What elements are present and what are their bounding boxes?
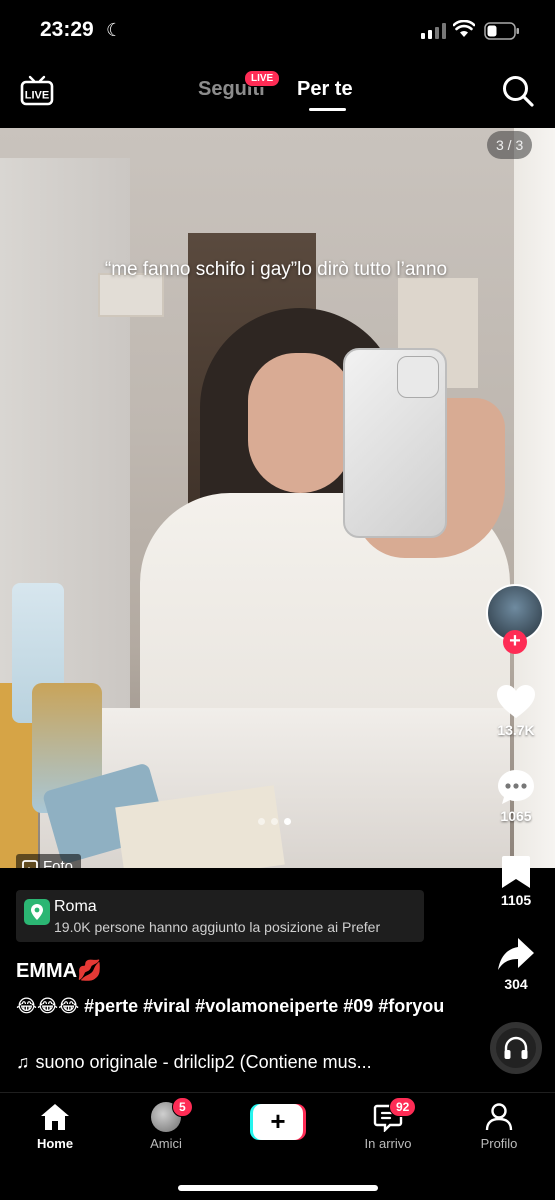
creator-username[interactable]: EMMA💋 [16,958,102,983]
headphones-icon [504,1036,528,1059]
plus-icon: + [253,1104,303,1140]
music-disc[interactable] [490,1022,542,1074]
status-time: 23:29 [40,18,94,41]
photo-icon [22,859,38,868]
inbox-badge: 92 [389,1097,417,1117]
nav-friends-label: Amici [150,1136,182,1151]
photo-caption: “me fanno schifo i gay”lo dirò tutto l’a… [104,259,448,280]
smartphone [343,348,447,538]
location-tag[interactable]: Roma 19.0K persone hanno aggiunto la pos… [16,890,424,942]
carousel-dot [258,818,265,825]
page-counter: 3 / 3 [487,131,533,159]
location-pin-icon [24,899,50,925]
moon-icon: ☾ [106,20,123,40]
location-info: 19.0K persone hanno aggiunto la posizion… [54,919,381,935]
creator-avatar[interactable]: + [486,584,546,656]
person-face [248,353,353,493]
nav-inbox-label: In arrivo [364,1136,412,1151]
like-count: 13.7K [497,722,535,738]
sound-title: suono originale - drilclip2 (Contiene mu… [35,1052,372,1072]
photo-label-text: Foto [43,858,74,868]
like-button[interactable]: 13.7K [488,684,544,738]
bookmark-icon [502,856,530,888]
share-button[interactable]: 304 [488,936,544,992]
signal-icon [421,23,446,39]
tab-for-you[interactable]: Per te [297,78,353,101]
active-tab-indicator [309,108,346,111]
carousel-dot [271,818,278,825]
home-icon [41,1104,69,1130]
post-description[interactable]: 😂😂😂 #perte #viral #volamoneiperte #09 #f… [16,994,456,1019]
comment-count: 1065 [500,808,532,824]
nav-profile[interactable]: Profilo [454,1101,544,1151]
friends-badge: 5 [172,1097,193,1117]
heart-icon [497,685,535,718]
search-icon[interactable] [501,74,535,108]
nav-friends[interactable]: Amici [121,1101,211,1151]
comment-icon [498,770,534,804]
location-name: Roma [54,898,97,915]
status-bar: 23:29 ☾ [0,0,555,62]
carousel-dot-active [284,818,291,825]
sound-info[interactable]: ♫ suono originale - drilclip2 (Contiene … [16,1052,436,1073]
top-navigation: LIVE Seguiti LIVE Per te [0,62,555,128]
nav-inbox[interactable]: In arrivo [343,1101,433,1151]
battery-icon [484,22,519,40]
save-count: 1105 [500,892,532,908]
save-button[interactable]: 1105 [488,854,544,908]
share-count: 304 [504,976,528,992]
share-arrow-icon [498,938,534,970]
post-photo[interactable]: 3 / 3 “me fanno schifo i gay”lo dirò tut… [0,128,555,868]
mirror-frame [514,128,555,868]
nav-home[interactable]: Home [10,1101,100,1151]
bottom-navigation: Home Amici 5 + In arrivo 92 Profilo [0,1092,555,1200]
create-button[interactable]: + [250,1104,306,1140]
nav-home-label: Home [36,1136,74,1151]
live-tv-icon[interactable]: LIVE [20,74,54,106]
comment-button[interactable]: 1065 [488,768,544,824]
svg-text:LIVE: LIVE [25,90,49,102]
home-indicator[interactable] [178,1185,378,1191]
music-note-icon: ♫ [16,1052,30,1072]
nav-profile-label: Profilo [480,1136,518,1151]
wifi-icon [453,20,475,37]
photo-mode-label: Foto [16,854,82,868]
follow-button[interactable]: + [503,630,527,654]
live-badge: LIVE [244,70,281,87]
carousel-dots [258,818,291,825]
profile-icon [485,1103,513,1131]
